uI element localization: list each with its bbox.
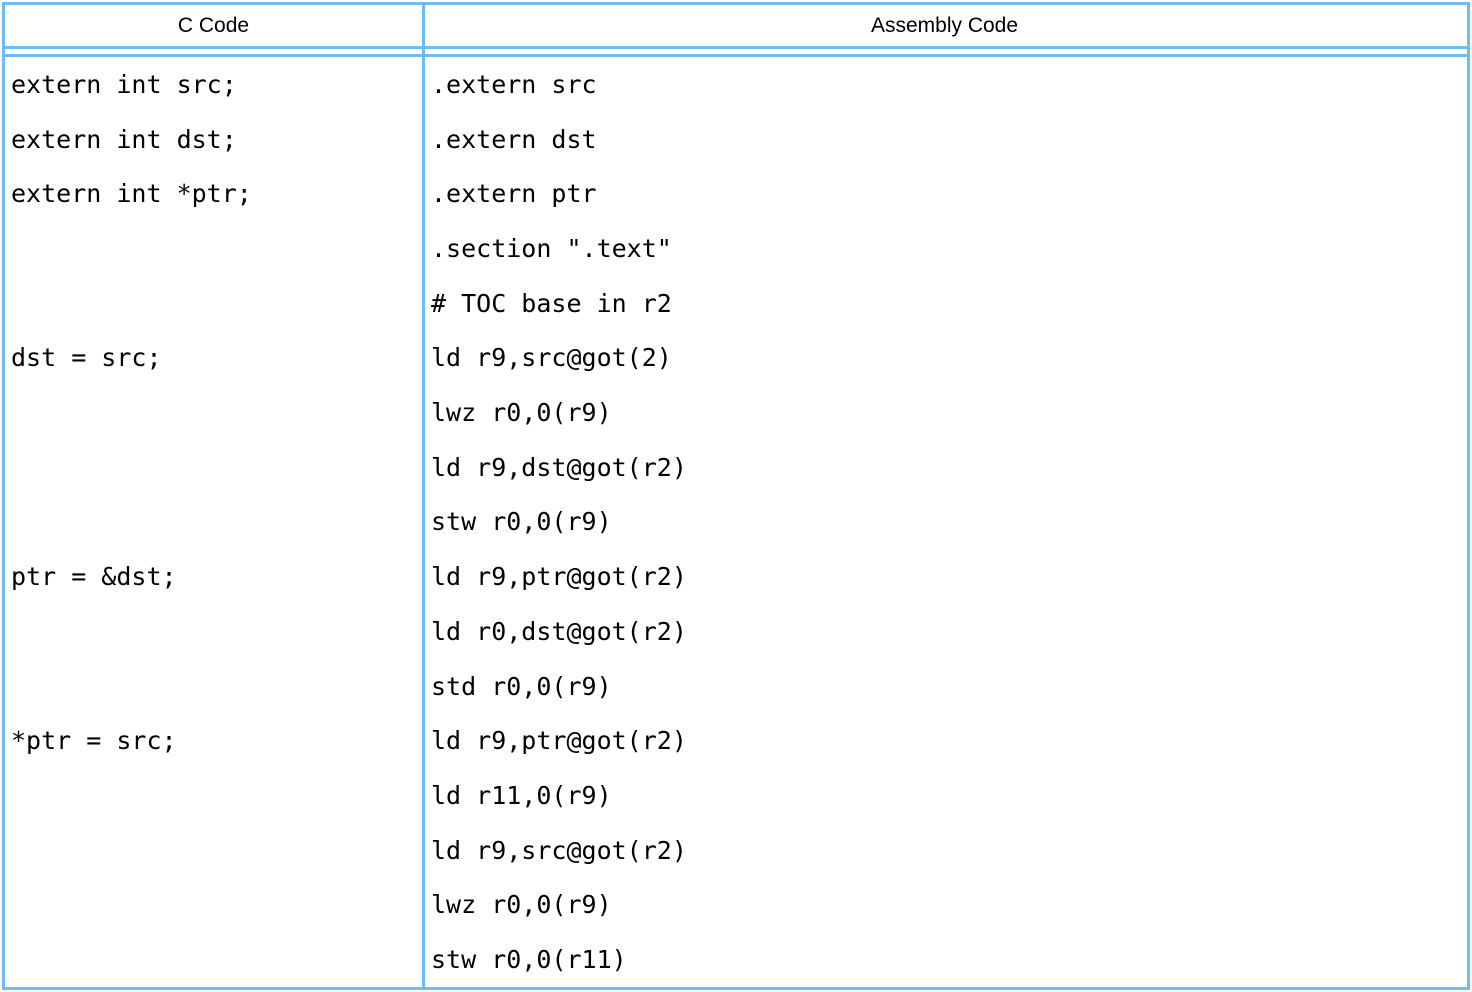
assembly-code-cell: .section ".text" [422,234,1467,263]
assembly-code-cell: .extern dst [422,125,1467,154]
table-row: lwz r0,0(r9) [5,385,1467,440]
assembly-code-cell: stw r0,0(r11) [422,945,1467,974]
column-divider [422,5,425,987]
table-row: ld r0,dst@got(r2) [5,604,1467,659]
assembly-code-cell: stw r0,0(r9) [422,507,1467,536]
c-code-cell: extern int dst; [5,125,422,154]
assembly-code-cell: # TOC base in r2 [422,289,1467,318]
assembly-code-cell: .extern src [422,70,1467,99]
assembly-code-cell: lwz r0,0(r9) [422,890,1467,919]
c-to-assembly-table: C Code Assembly Code extern int src; .ex… [2,2,1470,990]
table-row: extern int dst; .extern dst [5,112,1467,167]
assembly-code-cell: .extern ptr [422,179,1467,208]
c-code-cell: extern int *ptr; [5,179,422,208]
assembly-code-cell: ld r0,dst@got(r2) [422,617,1467,646]
table-row: *ptr = src; ld r9,ptr@got(r2) [5,713,1467,768]
assembly-code-column-header: Assembly Code [422,14,1467,38]
assembly-code-cell: ld r9,ptr@got(r2) [422,562,1467,591]
table-row: extern int src; .extern src [5,57,1467,112]
assembly-code-cell: ld r9,dst@got(r2) [422,453,1467,482]
table-row: std r0,0(r9) [5,659,1467,714]
c-code-cell: *ptr = src; [5,726,422,755]
assembly-code-cell: std r0,0(r9) [422,672,1467,701]
table-row: stw r0,0(r11) [5,932,1467,987]
assembly-code-cell: ld r11,0(r9) [422,781,1467,810]
table-row: stw r0,0(r9) [5,495,1467,550]
assembly-code-cell: lwz r0,0(r9) [422,398,1467,427]
table-row: dst = src; ld r9,src@got(2) [5,331,1467,386]
table-row: extern int *ptr; .extern ptr [5,166,1467,221]
table-row: lwz r0,0(r9) [5,878,1467,933]
c-code-cell: extern int src; [5,70,422,99]
table-row: ld r9,src@got(r2) [5,823,1467,878]
c-code-column-header: C Code [5,14,422,38]
c-code-cell: ptr = &dst; [5,562,422,591]
table-row: # TOC base in r2 [5,276,1467,331]
table-row: .section ".text" [5,221,1467,276]
table-header-row: C Code Assembly Code [5,5,1467,49]
c-code-cell: dst = src; [5,343,422,372]
table-body: extern int src; .extern src extern int d… [5,57,1467,987]
table-row: ld r9,dst@got(r2) [5,440,1467,495]
table-row: ld r11,0(r9) [5,768,1467,823]
table-row: ptr = &dst; ld r9,ptr@got(r2) [5,549,1467,604]
assembly-code-cell: ld r9,src@got(r2) [422,836,1467,865]
assembly-code-cell: ld r9,src@got(2) [422,343,1467,372]
assembly-code-cell: ld r9,ptr@got(r2) [422,726,1467,755]
